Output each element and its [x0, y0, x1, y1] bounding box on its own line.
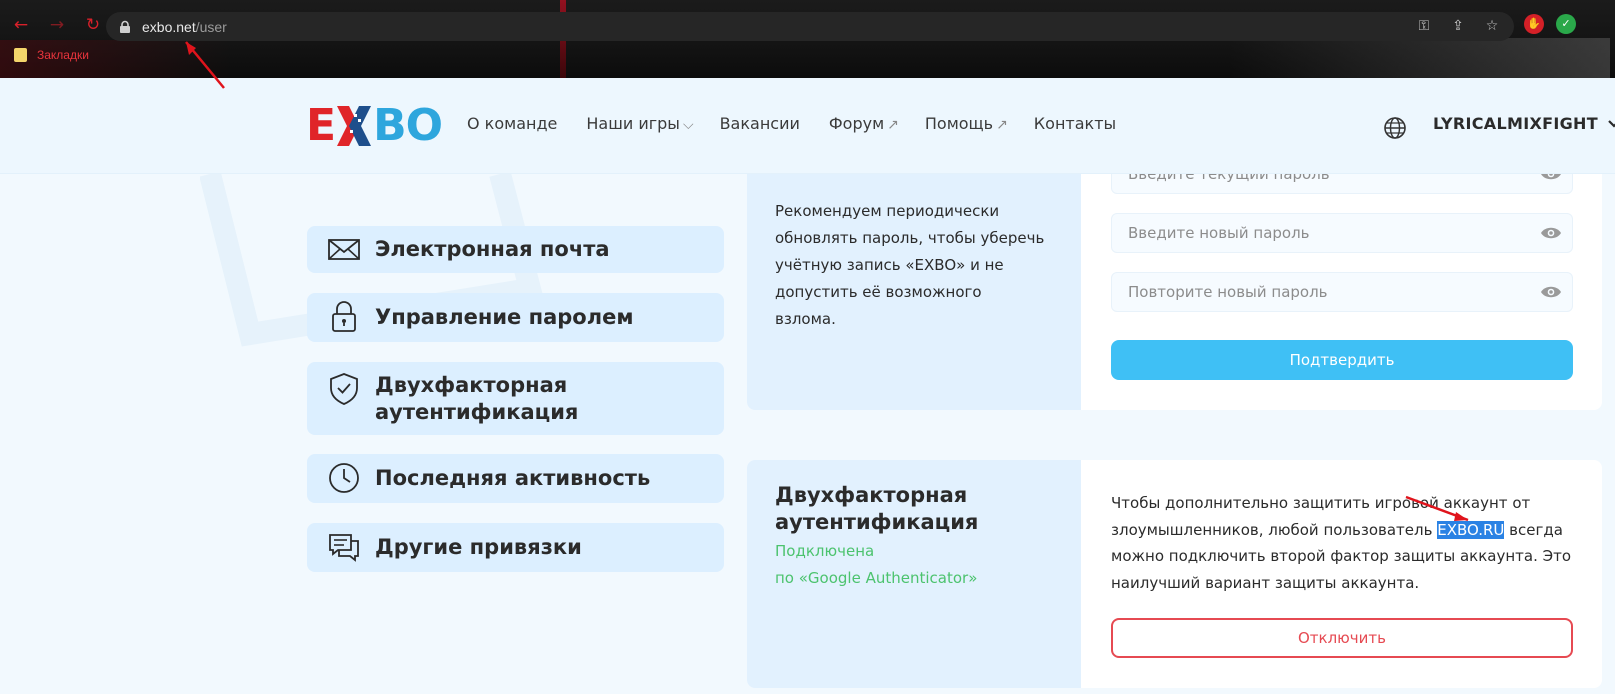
address-bar[interactable]: exbo.net/user ⚿ ⇪ ☆ — [106, 12, 1514, 41]
globe-icon[interactable] — [1383, 116, 1407, 140]
back-arrow-icon[interactable]: ← — [10, 14, 32, 36]
key-icon[interactable]: ⚿ — [1416, 18, 1432, 34]
browser-nav-buttons: ← → ↻ — [10, 14, 104, 36]
chevron-down-icon: ⌵ — [682, 117, 694, 133]
menu-item-email[interactable]: Электронная почта — [307, 226, 724, 273]
two-factor-title: Двухфакторная аутентификация — [775, 483, 979, 534]
chat-icon — [329, 534, 359, 562]
new-password-input[interactable]: Введите новый пароль — [1111, 213, 1573, 253]
nav-help[interactable]: Помощь ↗ — [925, 114, 1008, 133]
external-link-icon: ↗ — [996, 117, 1008, 133]
clock-icon — [329, 463, 359, 493]
lock-icon — [120, 20, 130, 33]
nav-contacts[interactable]: Контакты — [1034, 114, 1119, 133]
forward-arrow-icon[interactable]: → — [46, 14, 68, 36]
confirm-button[interactable]: Подтвердить — [1111, 340, 1573, 380]
shield-check-icon — [330, 373, 358, 405]
star-icon[interactable]: ☆ — [1484, 18, 1500, 34]
share-icon[interactable]: ⇪ — [1450, 18, 1466, 34]
extensions: ✋ ✓ — [1524, 14, 1576, 34]
nav-games[interactable]: Наши игры ⌵ — [586, 114, 693, 133]
address-bar-icons: ⚿ ⇪ ☆ — [1416, 18, 1500, 34]
reload-icon[interactable]: ↻ — [82, 14, 104, 36]
nav-forum[interactable]: Форум ↗ — [829, 114, 899, 133]
menu-item-other-links[interactable]: Другие привязки — [307, 523, 724, 572]
disable-two-factor-button[interactable]: Отключить — [1111, 618, 1573, 658]
two-factor-description: Чтобы дополнительно защитить игровой акк… — [1111, 494, 1572, 592]
main-nav: О команде Наши игры ⌵ Вакансии Форум ↗ Пом… — [467, 114, 1145, 133]
external-link-icon: ↗ — [887, 117, 899, 133]
password-card: Рекомендуем периодически обновлять парол… — [747, 150, 1602, 410]
background-decoration — [1230, 38, 1610, 78]
eye-icon[interactable] — [1540, 284, 1562, 300]
selected-text: EXBO.RU — [1437, 520, 1505, 539]
eye-icon[interactable] — [1540, 225, 1562, 241]
two-factor-method: по «Google Authenticator» — [775, 569, 978, 587]
two-factor-status: Подключена — [775, 542, 875, 560]
two-factor-card: Двухфакторная аутентификация Подключена … — [747, 460, 1602, 688]
logo-x-mark — [337, 106, 372, 146]
browser-chrome: ← → ↻ exbo.net/user ⚿ ⇪ ☆ ✋ ✓ Закладки — [0, 0, 1615, 78]
extension-shield-icon[interactable]: ✓ — [1556, 14, 1576, 34]
envelope-icon — [328, 239, 360, 260]
username: LYRICALMIXFIGHT — [1433, 114, 1598, 133]
site-header: E BO О команде Наши игры ⌵ Вакансии Форум… — [0, 78, 1615, 174]
extension-stop-icon[interactable]: ✋ — [1524, 14, 1544, 34]
menu-item-last-activity[interactable]: Последняя активность — [307, 454, 724, 503]
folder-icon — [14, 48, 27, 62]
repeat-password-input[interactable]: Повторите новый пароль — [1111, 272, 1573, 312]
lock-icon — [332, 301, 356, 332]
exbo-logo[interactable]: E BO — [306, 104, 443, 148]
nav-vacancies[interactable]: Вакансии — [720, 114, 803, 133]
user-menu[interactable]: LYRICALMIXFIGHT — [1433, 114, 1615, 133]
menu-item-password[interactable]: Управление паролем — [307, 293, 724, 342]
url-text: exbo.net/user — [142, 18, 227, 35]
chevron-down-icon — [1608, 119, 1615, 128]
bookmark-folder[interactable]: Закладки — [37, 48, 89, 62]
password-description: Рекомендуем периодически обновлять парол… — [775, 202, 1045, 328]
bookmarks-bar: Закладки — [14, 48, 89, 62]
nav-about[interactable]: О команде — [467, 114, 560, 133]
menu-item-two-factor[interactable]: Двухфакторная аутентификация — [307, 362, 724, 435]
